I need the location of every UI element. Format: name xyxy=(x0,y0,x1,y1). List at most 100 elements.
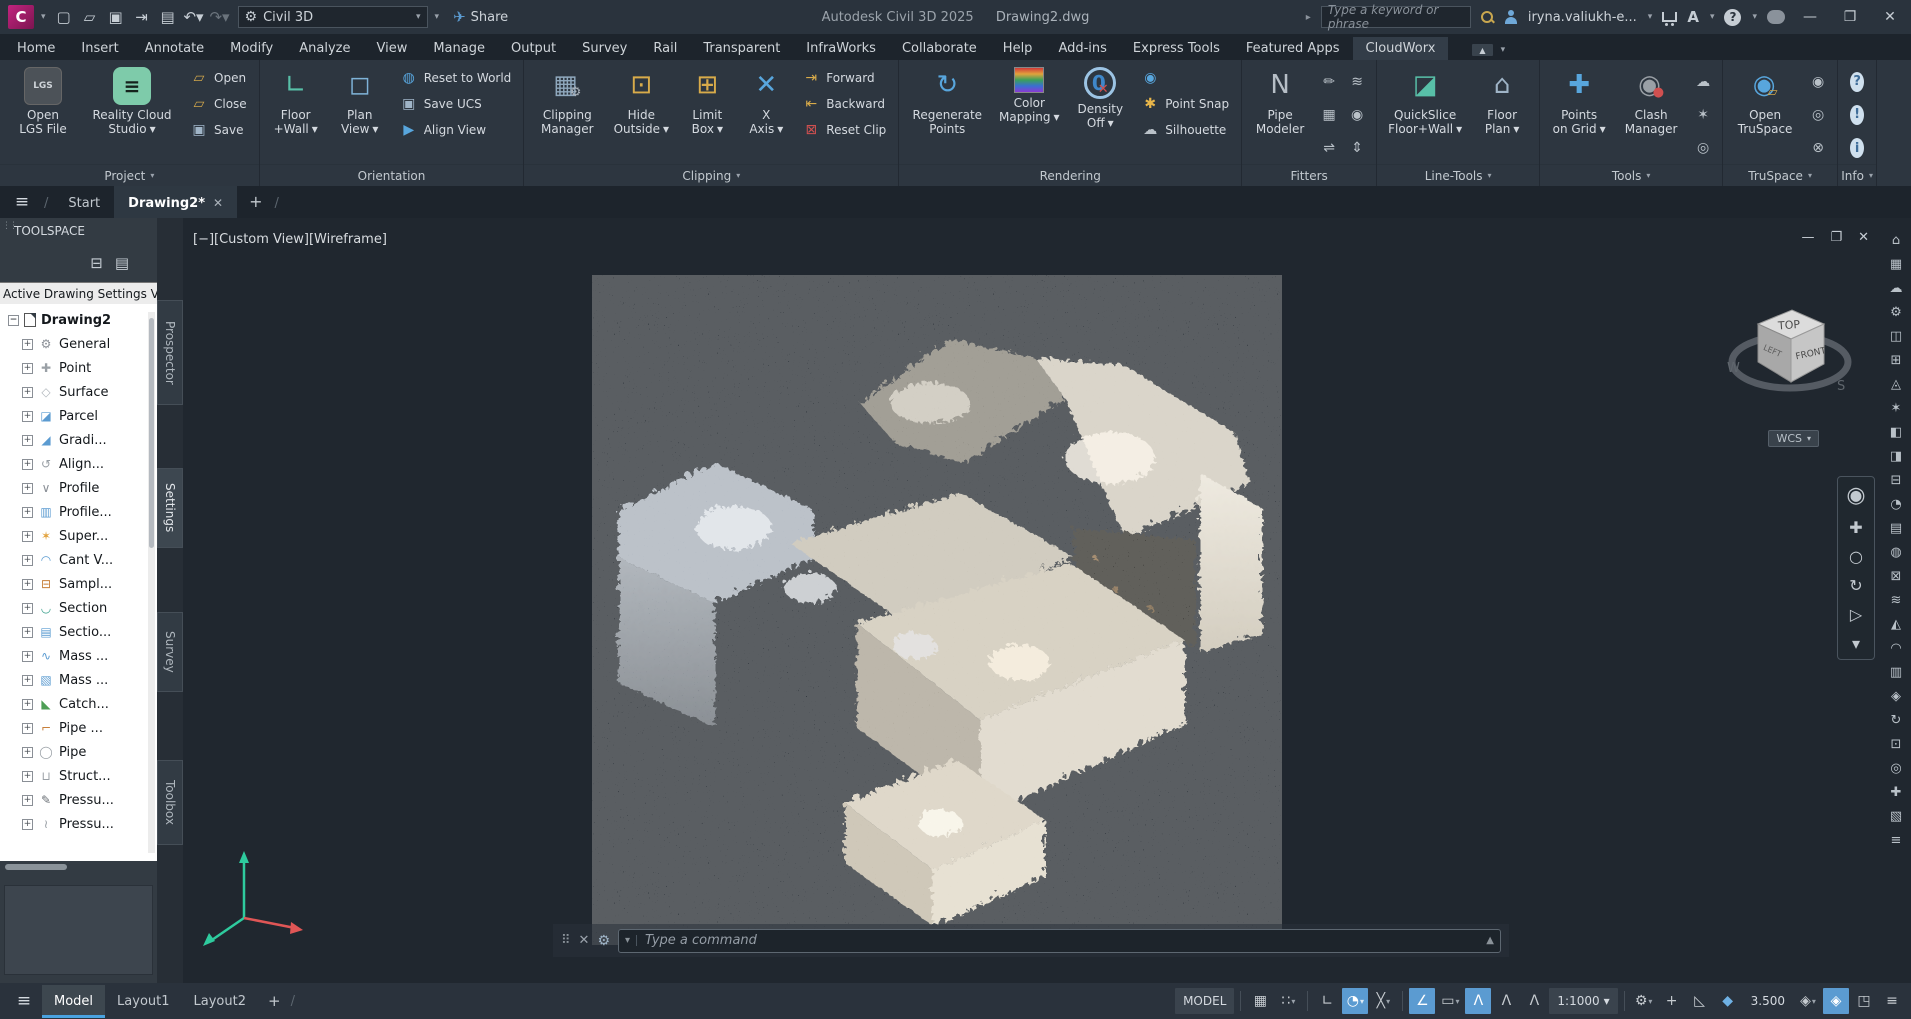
user-avatar-icon[interactable] xyxy=(1504,10,1518,24)
panel-title-orientation[interactable]: Orientation xyxy=(260,164,524,186)
user-menu-caret-icon[interactable]: ▾ xyxy=(1648,12,1653,22)
tree-item-pipe[interactable]: +◯Pipe xyxy=(0,740,157,764)
x-axis-button[interactable]: ✕XAxis▾ xyxy=(740,64,792,164)
command-input[interactable]: ▾ Type a command ▲ xyxy=(618,929,1501,953)
tab-start[interactable]: Start xyxy=(54,189,114,218)
viewcube[interactable]: W S TOP LEFT FRONT xyxy=(1725,290,1855,420)
expand-icon[interactable]: + xyxy=(22,771,33,782)
expand-icon[interactable]: + xyxy=(22,507,33,518)
menu-tab-express-tools[interactable]: Express Tools xyxy=(1120,37,1233,60)
tab-drawing2[interactable]: Drawing2* ✕ xyxy=(114,186,237,218)
scale-value[interactable]: 3.500 xyxy=(1743,988,1793,1014)
tab-settings[interactable]: Settings xyxy=(157,468,183,548)
tree-item-gradi-[interactable]: +◢Gradi... xyxy=(0,428,157,452)
expand-icon[interactable]: + xyxy=(22,411,33,422)
feedback-bubble-icon[interactable] xyxy=(1767,10,1785,24)
tree-item-super-[interactable]: +✶Super... xyxy=(0,524,157,548)
quick-properties-icon[interactable]: ◺ xyxy=(1687,988,1713,1014)
toolspace-list-icon[interactable]: ▤ xyxy=(115,254,129,272)
cw-strip-icon-14[interactable]: ◍ xyxy=(1890,544,1901,561)
status-menu-icon[interactable]: ≡ xyxy=(6,991,42,1011)
menu-tab-analyze[interactable]: Analyze xyxy=(286,37,363,60)
menu-tab-survey[interactable]: Survey xyxy=(569,37,640,60)
menu-tab-modify[interactable]: Modify xyxy=(217,37,286,60)
layout-tab-model[interactable]: Model xyxy=(42,985,105,1018)
cw-strip-icon-19[interactable]: ▥ xyxy=(1890,664,1902,681)
help-caret-icon[interactable]: ▾ xyxy=(1752,12,1757,22)
open-lgs-file-button[interactable]: LGSOpenLGS File xyxy=(6,64,80,164)
layout-tab-layout1[interactable]: Layout1 xyxy=(105,985,181,1018)
tree-vertical-scrollbar[interactable] xyxy=(148,312,155,853)
viewport-controls-label[interactable]: [−][Custom View][Wireframe] xyxy=(193,232,387,247)
navbar-menu-icon[interactable]: ▾ xyxy=(1852,634,1860,653)
autodesk-caret-icon[interactable]: ▾ xyxy=(1710,12,1715,22)
panel-title-rendering[interactable]: Rendering xyxy=(899,164,1241,186)
drawing-restore-button[interactable]: ❐ xyxy=(1830,230,1842,245)
expand-icon[interactable]: + xyxy=(22,747,33,758)
panel-title-info[interactable]: Info▾ xyxy=(1838,164,1876,186)
search-expand-icon[interactable]: ▸ xyxy=(1306,12,1311,23)
tree-item-profile[interactable]: +∨Profile xyxy=(0,476,157,500)
ribbon-collapse-button[interactable]: ▲ xyxy=(1472,44,1492,56)
tree-horizontal-scrollbar[interactable] xyxy=(0,861,157,873)
share-button[interactable]: ✈ Share xyxy=(453,8,508,26)
limit-box-button[interactable]: ⊞LimitBox▾ xyxy=(678,64,736,164)
tools-cloud-button[interactable]: ☁ xyxy=(1690,66,1716,97)
cw-strip-icon-15[interactable]: ⊠ xyxy=(1891,568,1902,585)
expand-icon[interactable]: + xyxy=(22,483,33,494)
cw-strip-icon-18[interactable]: ◠ xyxy=(1890,640,1901,657)
fit-cylinder-button[interactable]: ✏ xyxy=(1316,66,1342,97)
menu-tab-cloudworx[interactable]: CloudWorx xyxy=(1353,37,1449,60)
pipe-modeler-button[interactable]: NPipeModeler xyxy=(1248,64,1312,164)
view-points-button[interactable]: ◉ xyxy=(1135,66,1235,90)
dynamic-input-icon[interactable]: ▭▾ xyxy=(1437,988,1463,1014)
tree-item-pressu-[interactable]: +✎Pressu... xyxy=(0,788,157,812)
density-off-button[interactable]: 0✕DensityOff▾ xyxy=(1069,64,1131,164)
cw-strip-icon-6[interactable]: ⊞ xyxy=(1891,352,1902,369)
ribbon-collapse-caret-icon[interactable]: ▾ xyxy=(1501,45,1506,55)
tree-item-mass-[interactable]: +▧Mass ... xyxy=(0,668,157,692)
menu-tab-collaborate[interactable]: Collaborate xyxy=(889,37,990,60)
model-viewport[interactable]: [−][Custom View][Wireframe] — ❐ ✕ xyxy=(183,218,1911,983)
command-expand-icon[interactable]: ▲ xyxy=(1486,935,1494,946)
annotation-visibility-icon[interactable]: Λ xyxy=(1465,988,1491,1014)
clean-screen-icon[interactable]: ◳ xyxy=(1851,988,1877,1014)
expand-icon[interactable]: + xyxy=(22,651,33,662)
menu-tab-annotate[interactable]: Annotate xyxy=(132,37,217,60)
annotation-objects-icon[interactable]: Λ xyxy=(1521,988,1547,1014)
expand-icon[interactable]: + xyxy=(22,435,33,446)
isolate-objects-icon[interactable]: ◈▾ xyxy=(1795,988,1821,1014)
drawing-close-button[interactable]: ✕ xyxy=(1858,230,1869,245)
annotation-scale-button[interactable]: 1:1000▾ xyxy=(1549,988,1617,1014)
open-drawing-button[interactable]: ▱ xyxy=(78,4,102,30)
tab-toolbox[interactable]: Toolbox xyxy=(157,760,183,845)
panel-title-line-tools[interactable]: Line-Tools▾ xyxy=(1377,164,1539,186)
cw-strip-icon-20[interactable]: ◈ xyxy=(1891,688,1901,705)
command-grip-handle[interactable]: ⠿ xyxy=(561,933,571,948)
fit-extend-button[interactable]: ⇕ xyxy=(1344,133,1370,164)
autodesk-logo-icon[interactable]: A xyxy=(1687,8,1699,26)
expand-icon[interactable]: + xyxy=(22,387,33,398)
hardware-acceleration-icon[interactable]: ◈ xyxy=(1823,988,1849,1014)
tree-item-parcel[interactable]: +◪Parcel xyxy=(0,404,157,428)
expand-icon[interactable]: + xyxy=(22,531,33,542)
menu-tab-home[interactable]: Home xyxy=(4,37,68,60)
expand-icon[interactable]: + xyxy=(22,603,33,614)
tree-item-pipe-[interactable]: +⌐Pipe ... xyxy=(0,716,157,740)
cw-strip-icon-9[interactable]: ◧ xyxy=(1890,424,1902,441)
tree-item-catch-[interactable]: +◣Catch... xyxy=(0,692,157,716)
floor-wall-button[interactable]: ∟Floor+Wall▾ xyxy=(266,64,326,164)
cw-strip-icon-4[interactable]: ⚙ xyxy=(1890,304,1902,321)
plan-view-button[interactable]: ◻PlanView▾ xyxy=(330,64,390,164)
fit-connect-button[interactable]: ⇌ xyxy=(1316,133,1342,164)
tab-prospector[interactable]: Prospector xyxy=(157,300,183,405)
expand-icon[interactable]: + xyxy=(22,459,33,470)
menu-tab-manage[interactable]: Manage xyxy=(420,37,498,60)
command-close-icon[interactable]: ✕ xyxy=(579,933,590,948)
save-ucs-button[interactable]: ▣Save UCS xyxy=(394,92,518,116)
cw-strip-icon-3[interactable]: ☁ xyxy=(1890,280,1903,297)
info-about-button[interactable]: i xyxy=(1844,133,1870,164)
cw-strip-icon-16[interactable]: ≋ xyxy=(1891,592,1902,609)
cw-strip-icon-5[interactable]: ◫ xyxy=(1890,328,1902,345)
showmotion-icon[interactable]: ▷ xyxy=(1850,605,1862,624)
